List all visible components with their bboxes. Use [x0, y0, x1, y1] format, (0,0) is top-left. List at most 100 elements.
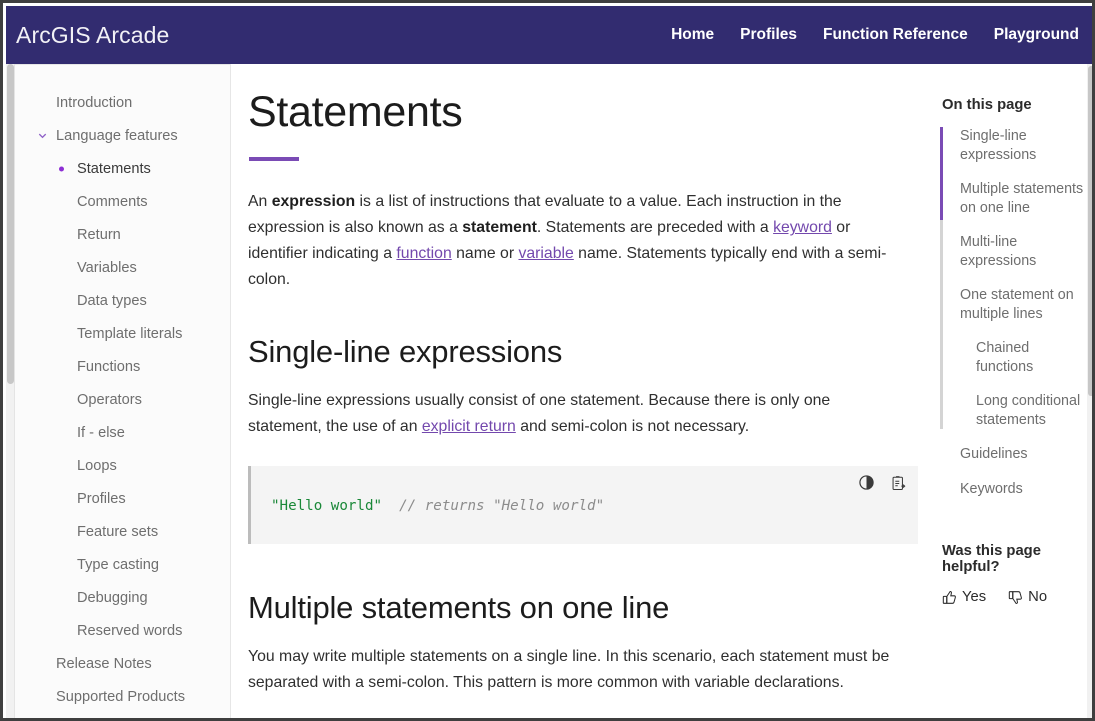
toc-item-guidelines[interactable]: Guidelines	[940, 445, 1095, 480]
sidebar-item-functions[interactable]: Functions	[15, 350, 230, 383]
sidebar-item-label: Data types	[77, 293, 147, 309]
link-function[interactable]: function	[396, 245, 451, 262]
code-block-toolbar	[858, 474, 907, 491]
sidebar-item-label: Release Notes	[56, 656, 152, 672]
sidebar-item-loops[interactable]: Loops	[15, 449, 230, 482]
toc-list: Single-line expressions Multiple stateme…	[940, 127, 1095, 514]
site-brand[interactable]: ArcGIS Arcade	[16, 24, 169, 47]
toc-item-long-conditional[interactable]: Long conditional statements	[940, 392, 1095, 445]
sidebar-item-label: Loops	[77, 458, 117, 474]
intro-text-1: An	[248, 193, 272, 210]
title-accent-rule	[249, 157, 299, 161]
toc-item-multiple-statements[interactable]: Multiple statements on one line	[940, 180, 1095, 233]
feedback-yes-label: Yes	[962, 589, 986, 605]
contrast-toggle-icon[interactable]	[858, 474, 875, 491]
primary-nav: Home Profiles Function Reference Playgro…	[671, 26, 1081, 44]
sidebar-item-label: If - else	[77, 425, 125, 441]
toc-item-keywords[interactable]: Keywords	[940, 480, 1095, 515]
toc-title: On this page	[940, 97, 1095, 113]
page-body: Introduction Language features Statement…	[6, 64, 1095, 721]
intro-text-5: name or	[452, 245, 519, 262]
sidebar-item-return[interactable]: Return	[15, 218, 230, 251]
code-string-token: "Hello world"	[271, 498, 382, 514]
feedback-no-label: No	[1028, 589, 1047, 605]
sidebar-item-release-notes[interactable]: Release Notes	[15, 647, 230, 680]
intro-text-3: . Statements are preceded with a	[537, 219, 773, 236]
sidebar-item-label: Type casting	[77, 557, 159, 573]
sidebar-item-data-types[interactable]: Data types	[15, 284, 230, 317]
code-block: "Hello world" // returns "Hello world"	[248, 466, 918, 544]
sidebar-item-introduction[interactable]: Introduction	[15, 86, 230, 119]
toc-item-single-line-expressions[interactable]: Single-line expressions	[940, 127, 1095, 180]
thumbs-down-icon	[1008, 590, 1023, 605]
section1-paragraph: Single-line expressions usually consist …	[248, 388, 901, 440]
documentation-page: ArcGIS Arcade Home Profiles Function Ref…	[0, 0, 1095, 721]
sidebar-item-label: Variables	[77, 260, 137, 276]
intro-paragraph: An expression is a list of instructions …	[248, 189, 901, 293]
left-scrollbar-thumb[interactable]	[7, 64, 14, 384]
code-line: "Hello world" // returns "Hello world"	[271, 496, 904, 516]
sidebar-item-debugging[interactable]: Debugging	[15, 581, 230, 614]
feedback-yes-button[interactable]: Yes	[942, 589, 986, 605]
left-scrollbar[interactable]	[6, 64, 15, 721]
link-variable[interactable]: variable	[518, 245, 573, 262]
sidebar-item-label: Template literals	[77, 326, 182, 342]
sidebar-item-language-features[interactable]: Language features	[15, 119, 230, 152]
toc-item-multi-line-expressions[interactable]: Multi-line expressions	[940, 233, 1095, 286]
nav-link-profiles[interactable]: Profiles	[740, 26, 797, 44]
heading-single-line-expressions: Single-line expressions	[248, 334, 931, 370]
page-title: Statements	[248, 88, 931, 137]
link-explicit-return[interactable]: explicit return	[422, 418, 516, 435]
sidebar-item-feature-sets[interactable]: Feature sets	[15, 515, 230, 548]
sidebar-item-label: Supported Products	[56, 689, 185, 705]
nav-link-home[interactable]: Home	[671, 26, 714, 44]
sidebar-item-profiles[interactable]: Profiles	[15, 482, 230, 515]
code-space	[382, 498, 399, 514]
sidebar-item-comments[interactable]: Comments	[15, 185, 230, 218]
sidebar-item-label: Feature sets	[77, 524, 158, 540]
sidebar-nav: Introduction Language features Statement…	[15, 64, 231, 721]
bullet-dot-icon	[59, 166, 64, 171]
sidebar-item-label: Debugging	[77, 590, 148, 606]
sidebar-item-reserved-words[interactable]: Reserved words	[15, 614, 230, 647]
heading-multiple-statements: Multiple statements on one line	[248, 590, 931, 626]
sidebar-item-label: Comments	[77, 194, 148, 210]
sidebar-item-label: Profiles	[77, 491, 126, 507]
sidebar-item-operators[interactable]: Operators	[15, 383, 230, 416]
copy-clipboard-icon[interactable]	[890, 474, 907, 491]
intro-bold-statement: statement	[462, 219, 537, 236]
right-scrollbar[interactable]	[1087, 64, 1095, 721]
content-wrapper: Statements An expression is a list of in…	[231, 64, 1095, 721]
feedback-no-button[interactable]: No	[1008, 589, 1047, 605]
nav-link-function-reference[interactable]: Function Reference	[823, 26, 968, 44]
toc-item-chained-functions[interactable]: Chained functions	[940, 339, 1095, 392]
sidebar-item-label: Functions	[77, 359, 140, 375]
toc-rail-active-indicator	[940, 127, 943, 220]
sidebar-item-template-literals[interactable]: Template literals	[15, 317, 230, 350]
sidebar-item-label: Language features	[56, 128, 178, 144]
right-scrollbar-thumb[interactable]	[1088, 66, 1094, 396]
sidebar-item-supported-products[interactable]: Supported Products	[15, 680, 230, 713]
sidebar-item-statements[interactable]: Statements	[15, 152, 230, 185]
sidebar-item-label: Return	[77, 227, 121, 243]
on-this-page-toc: On this page Single-line expressions Mul…	[931, 64, 1095, 721]
code-comment-token: // returns "Hello world"	[399, 498, 604, 514]
feedback-section: Was this page helpful? Yes	[940, 543, 1095, 605]
toc-item-one-statement-multi-line[interactable]: One statement on multiple lines	[940, 286, 1095, 339]
sidebar-item-if-else[interactable]: If - else	[15, 416, 230, 449]
nav-link-playground[interactable]: Playground	[994, 26, 1079, 44]
section2-paragraph: You may write multiple statements on a s…	[248, 644, 901, 696]
section1-text-2: and semi-colon is not necessary.	[516, 418, 749, 435]
site-header: ArcGIS Arcade Home Profiles Function Ref…	[6, 6, 1095, 64]
chevron-down-icon	[36, 130, 48, 142]
thumbs-up-icon	[942, 590, 957, 605]
intro-bold-expression: expression	[272, 193, 355, 210]
sidebar-item-variables[interactable]: Variables	[15, 251, 230, 284]
feedback-buttons: Yes No	[942, 589, 1095, 605]
link-keyword[interactable]: keyword	[773, 219, 832, 236]
sidebar-item-label: Introduction	[56, 95, 132, 111]
sidebar-item-label: Statements	[77, 161, 151, 177]
sidebar-item-label: Operators	[77, 392, 142, 408]
main-content: Statements An expression is a list of in…	[231, 64, 931, 721]
sidebar-item-type-casting[interactable]: Type casting	[15, 548, 230, 581]
